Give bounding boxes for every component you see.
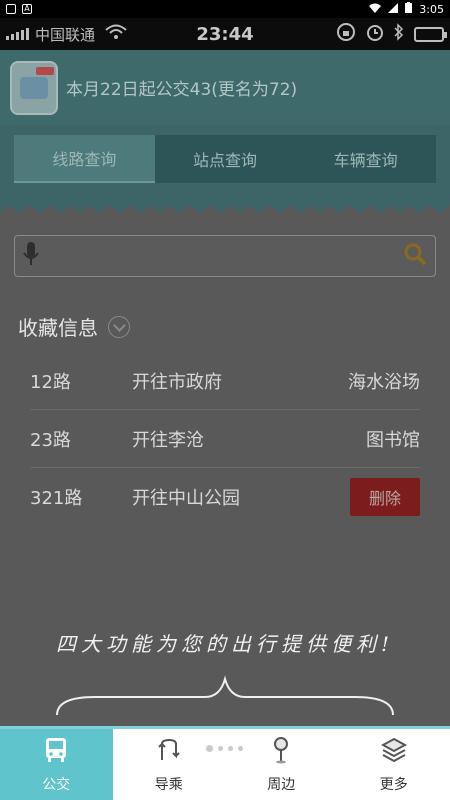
route-direction: 开往李沧: [132, 429, 204, 451]
layers-icon: [380, 736, 408, 768]
onboarding-tagline: 四大功能为您的出行提供便利!: [55, 632, 395, 656]
nav-more-label: 更多: [379, 776, 408, 793]
route-direction: 开往中山公园: [132, 488, 240, 509]
tab-vehicle-query[interactable]: 车辆查询: [295, 135, 436, 183]
route-number: 23路: [30, 429, 71, 451]
favorites-title: 收藏信息: [18, 316, 98, 340]
nav-bus[interactable]: 公交: [0, 729, 113, 800]
alarm-icon: [366, 23, 384, 45]
wifi-icon: [105, 24, 127, 44]
battery-charging-icon: [405, 2, 413, 16]
signal-icon: [388, 2, 399, 16]
image-notification-icon: [6, 4, 16, 14]
search-icon[interactable]: [403, 242, 427, 270]
favorite-row[interactable]: 23路 开往李沧 图书馆: [30, 410, 420, 468]
route-destination: 海水浴场: [348, 371, 420, 393]
bus-icon: [42, 736, 70, 768]
favorites-header[interactable]: 收藏信息: [18, 312, 130, 341]
nav-more[interactable]: 更多: [338, 729, 450, 800]
system-status-bar: A 3:05: [0, 0, 450, 18]
bottom-navigation: 公交 导乘 周边 更多: [0, 726, 450, 800]
query-tabs: 线路查询 站点查询 车辆查询: [14, 135, 436, 183]
route-destination: 图书馆: [366, 429, 420, 451]
favorite-row[interactable]: 321路 开往中山公园 删除: [30, 468, 420, 526]
page-indicator: [206, 745, 243, 752]
search-input[interactable]: [47, 247, 403, 265]
tab-route-query[interactable]: 线路查询: [14, 135, 155, 183]
carrier-status-bar: 中国联通 23:44: [0, 18, 450, 50]
battery-icon: [414, 26, 447, 42]
delete-button[interactable]: 删除: [350, 478, 420, 516]
route-number: 321路: [30, 488, 83, 509]
nav-bus-label: 公交: [42, 776, 71, 793]
rotation-lock-icon: [336, 22, 356, 46]
favorites-list: 12路 开往市政府 海水浴场 23路 开往李沧 图书馆 321路 开往中山公园 …: [30, 352, 420, 526]
location-pin-icon: [267, 736, 295, 768]
nav-transfer-label: 导乘: [154, 776, 183, 793]
tab-stop-query[interactable]: 站点查询: [155, 135, 296, 183]
nav-nearby[interactable]: 周边: [225, 729, 338, 800]
system-time: 3:05: [419, 2, 444, 16]
wifi-icon: [369, 3, 382, 16]
microphone-icon[interactable]: [23, 241, 39, 271]
signal-bars-icon: [6, 28, 29, 40]
transfer-icon: [155, 736, 183, 768]
search-box[interactable]: [14, 235, 436, 277]
app-header: 本月22日起公交43(更名为72): [0, 50, 450, 125]
bluetooth-icon: [394, 23, 404, 45]
brace-decoration: [56, 675, 394, 716]
carrier-name: 中国联通: [35, 25, 96, 44]
query-tab-area: 线路查询 站点查询 车辆查询: [0, 125, 450, 213]
route-number: 12路: [30, 371, 71, 393]
nav-transfer[interactable]: 导乘: [113, 729, 226, 800]
favorite-row[interactable]: 12路 开往市政府 海水浴场: [30, 352, 420, 410]
app-logo: [10, 60, 58, 115]
zigzag-divider: [0, 203, 450, 213]
news-ticker[interactable]: 本月22日起公交43(更名为72): [66, 75, 297, 100]
a-notification-icon: A: [22, 4, 32, 14]
nav-nearby-label: 周边: [267, 776, 296, 793]
route-direction: 开往市政府: [132, 371, 222, 393]
chevron-down-icon[interactable]: [108, 315, 130, 338]
